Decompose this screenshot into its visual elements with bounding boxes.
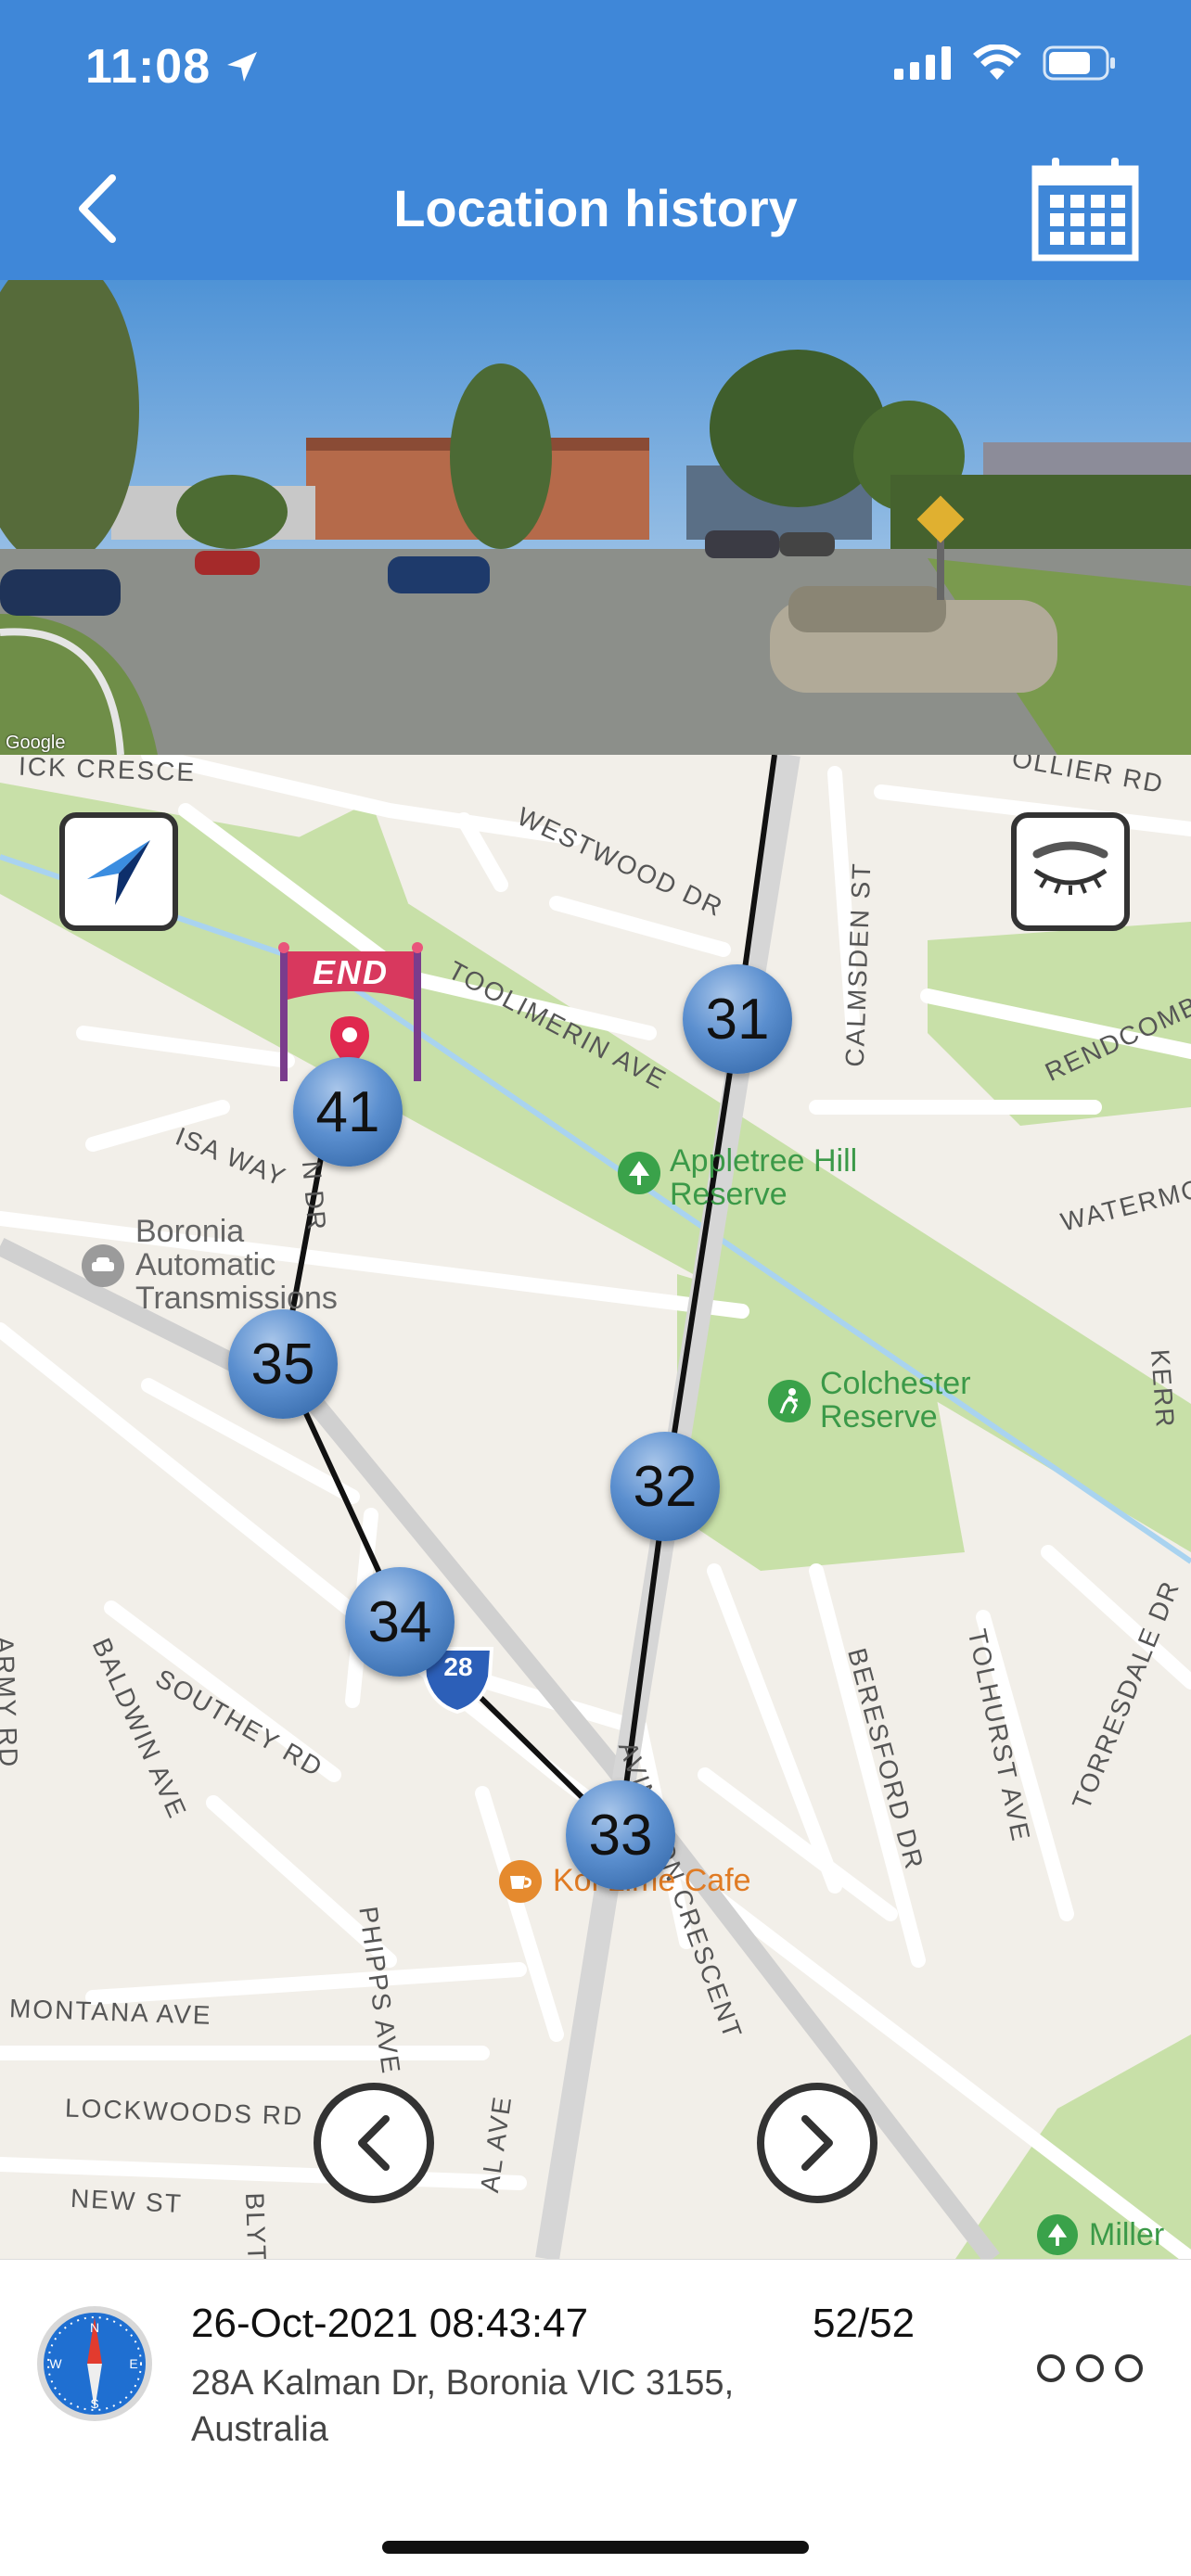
- more-dot: [1037, 2354, 1065, 2382]
- locate-button[interactable]: [59, 812, 178, 931]
- point-counter: 52/52: [813, 2301, 916, 2346]
- cafe-icon: [499, 1860, 542, 1903]
- svg-text:S: S: [90, 2396, 98, 2411]
- history-marker[interactable]: 33: [566, 1780, 675, 1890]
- address: 28A Kalman Dr, Boronia VIC 3155, Austral…: [191, 2364, 735, 2449]
- timestamp: 26-Oct-2021 08:43:47: [191, 2301, 589, 2346]
- clock: 11:08: [85, 40, 211, 94]
- poi-label: Appletree Hill Reserve: [670, 1143, 858, 1212]
- chevron-left-icon: [358, 2115, 390, 2171]
- map-view[interactable]: ICK CRESCE OLLIER RD WESTWOOD DR TOOLIME…: [0, 755, 1191, 2259]
- history-marker[interactable]: 31: [683, 964, 792, 1074]
- poi-label: Miller: [1089, 2217, 1165, 2252]
- header: 11:08 Location history: [0, 0, 1191, 280]
- battery-icon: [1043, 45, 1115, 81]
- park-icon: [618, 1152, 660, 1194]
- history-marker[interactable]: 35: [228, 1309, 338, 1419]
- map-base: [0, 755, 1191, 2259]
- compass-icon: N S W E: [37, 2306, 152, 2421]
- street-view-image[interactable]: Google: [0, 280, 1191, 755]
- signal-icon: [894, 46, 951, 80]
- street-label: BLYT: [240, 2192, 272, 2259]
- location-arrow-icon: [227, 52, 258, 82]
- svg-text:W: W: [49, 2356, 62, 2371]
- svg-text:N: N: [90, 2320, 99, 2335]
- street-view-attribution: Google: [6, 733, 66, 753]
- navigation-arrow-icon: [87, 840, 150, 905]
- running-icon: [768, 1380, 811, 1422]
- prev-point-button[interactable]: [314, 2083, 434, 2203]
- street-view-scene: [0, 280, 1191, 755]
- status-icons: [894, 45, 1117, 82]
- history-marker[interactable]: 41: [293, 1057, 403, 1167]
- more-options-button[interactable]: [1037, 2354, 1143, 2382]
- poi-label: Colchester Reserve: [820, 1366, 971, 1435]
- status-time: 11:08: [85, 39, 261, 95]
- calendar-button[interactable]: [1031, 154, 1139, 261]
- svg-text:E: E: [129, 2356, 137, 2371]
- end-label: END: [312, 953, 389, 991]
- history-marker[interactable]: 34: [345, 1567, 455, 1677]
- street-label: NEW ST: [70, 2183, 184, 2219]
- car-service-icon: [82, 1244, 124, 1287]
- next-point-button[interactable]: [757, 2083, 877, 2203]
- location-detail-panel: N S W E 26-Oct-2021 08:43:47 52/52 28A K…: [0, 2259, 1191, 2576]
- page-title: Location history: [393, 179, 798, 237]
- poi-label: Boronia Automatic Transmissions: [135, 1214, 338, 1316]
- more-dot: [1115, 2354, 1143, 2382]
- wifi-icon: [973, 45, 1021, 80]
- eye-closed-icon: [1032, 841, 1108, 895]
- street-label: KERR: [1146, 1348, 1180, 1430]
- park-icon: [1037, 2214, 1078, 2255]
- history-marker[interactable]: 32: [610, 1432, 720, 1541]
- app-root: 11:08 Location history Google ICK CRESCE…: [0, 0, 1191, 2576]
- visibility-toggle-button[interactable]: [1011, 812, 1130, 931]
- more-dot: [1076, 2354, 1104, 2382]
- home-indicator[interactable]: [382, 2541, 809, 2554]
- chevron-right-icon: [801, 2115, 833, 2171]
- calendar-icon: [1031, 158, 1139, 261]
